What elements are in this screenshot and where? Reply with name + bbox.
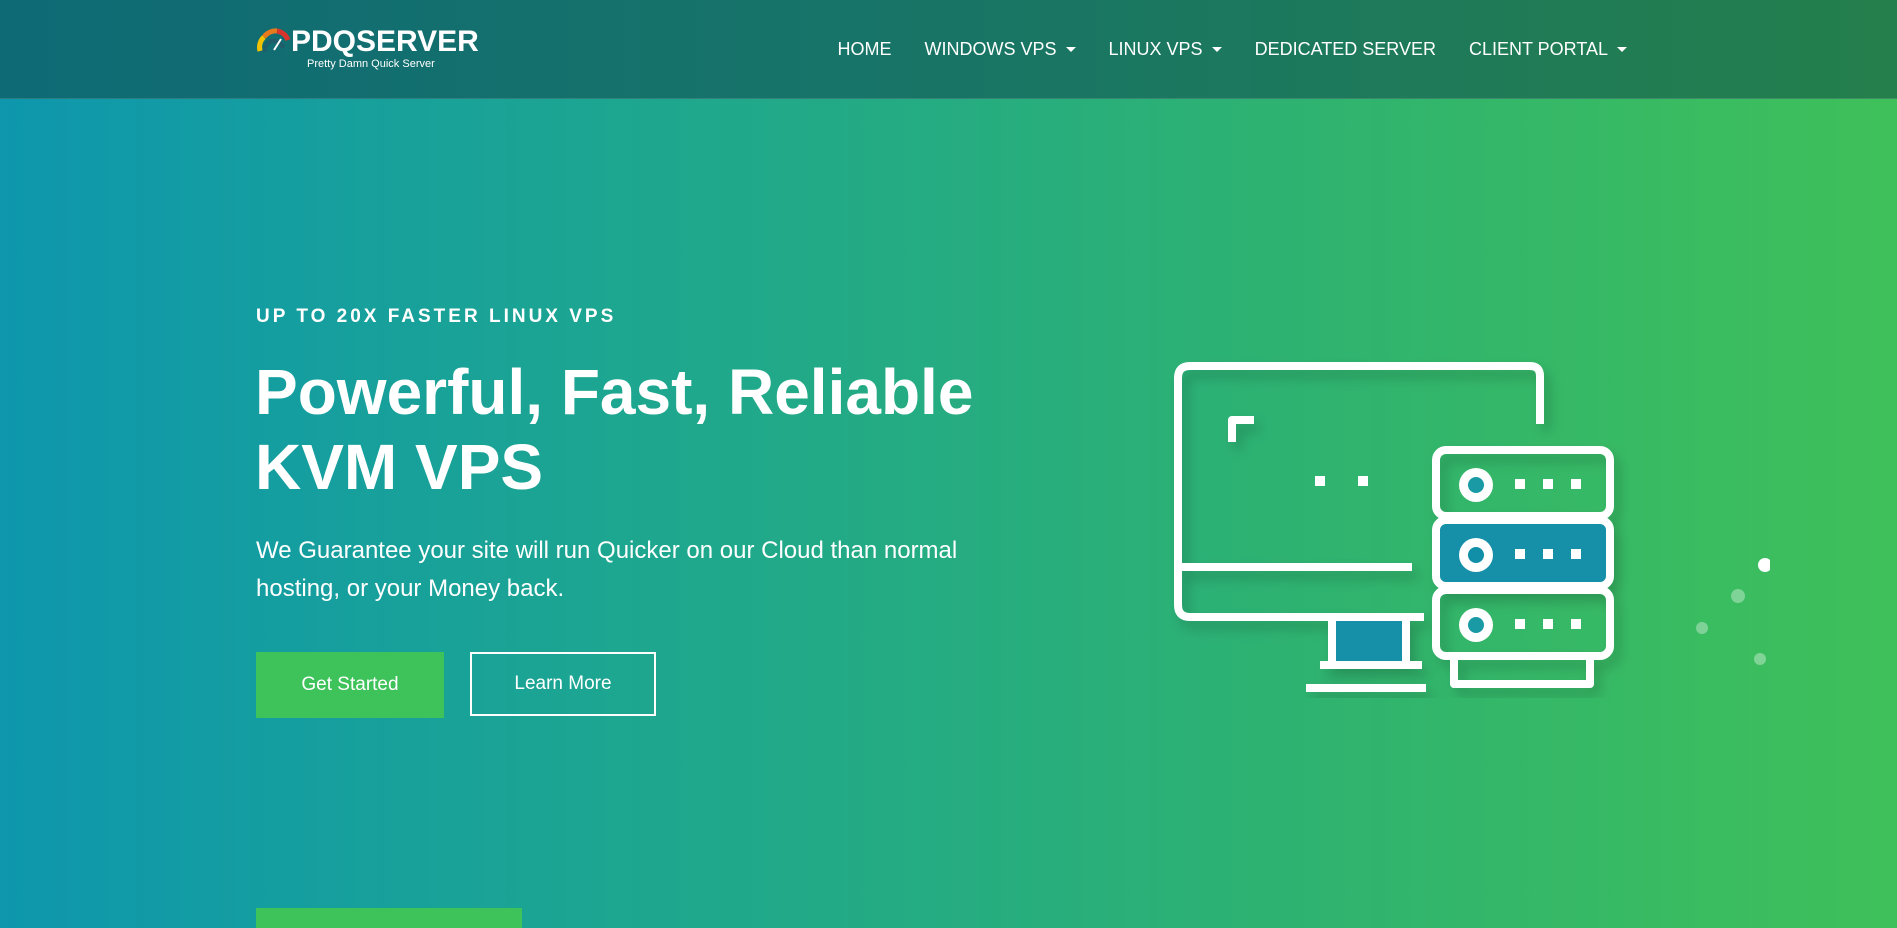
site-header: PDQSERVER Pretty Damn Quick Server HOME … — [0, 0, 1897, 99]
nav-dedicated-server[interactable]: DEDICATED SERVER — [1255, 39, 1436, 60]
nav-windows-vps-label: WINDOWS VPS — [924, 38, 1057, 59]
hero-title: Powerful, Fast, Reliable KVM VPS — [255, 355, 975, 505]
hero-kicker: UP TO 20X FASTER LINUX VPS — [256, 306, 617, 327]
nav-windows-vps[interactable]: WINDOWS VPS — [925, 39, 1076, 60]
main-nav: HOME WINDOWS VPS LINUX VPS DEDICATED SER… — [805, 0, 1627, 98]
hero-title-line-1: Powerful, Fast, Reliable — [255, 356, 974, 428]
nav-linux-vps[interactable]: LINUX VPS — [1109, 39, 1222, 60]
brand-tagline: Pretty Damn Quick Server — [307, 58, 435, 70]
get-started-button[interactable]: Get Started — [256, 652, 444, 718]
section-button-partial[interactable] — [256, 908, 522, 928]
chevron-down-icon — [1617, 46, 1627, 52]
chevron-down-icon — [1211, 46, 1222, 52]
nav-home-label: HOME — [837, 38, 892, 59]
speedometer-logo-icon — [257, 28, 291, 53]
nav-dedicated-server-label: DEDICATED SERVER — [1254, 38, 1436, 59]
hero-title-line-2: KVM VPS — [255, 431, 544, 503]
decorative-dots — [1696, 558, 1770, 665]
nav-linux-vps-label: LINUX VPS — [1108, 38, 1203, 59]
brand-logo[interactable]: PDQSERVER Pretty Damn Quick Server — [255, 24, 479, 74]
brand-name: PDQSERVER — [291, 25, 479, 58]
nav-client-portal-label: CLIENT PORTAL — [1468, 38, 1608, 59]
monitor-server-icon — [1174, 362, 1614, 692]
nav-home[interactable]: HOME — [838, 39, 892, 60]
nav-client-portal[interactable]: CLIENT PORTAL — [1469, 39, 1627, 60]
hero-subtitle: We Guarantee your site will run Quicker … — [256, 537, 958, 602]
chevron-down-icon — [1065, 46, 1076, 52]
learn-more-button[interactable]: Learn More — [470, 652, 656, 716]
